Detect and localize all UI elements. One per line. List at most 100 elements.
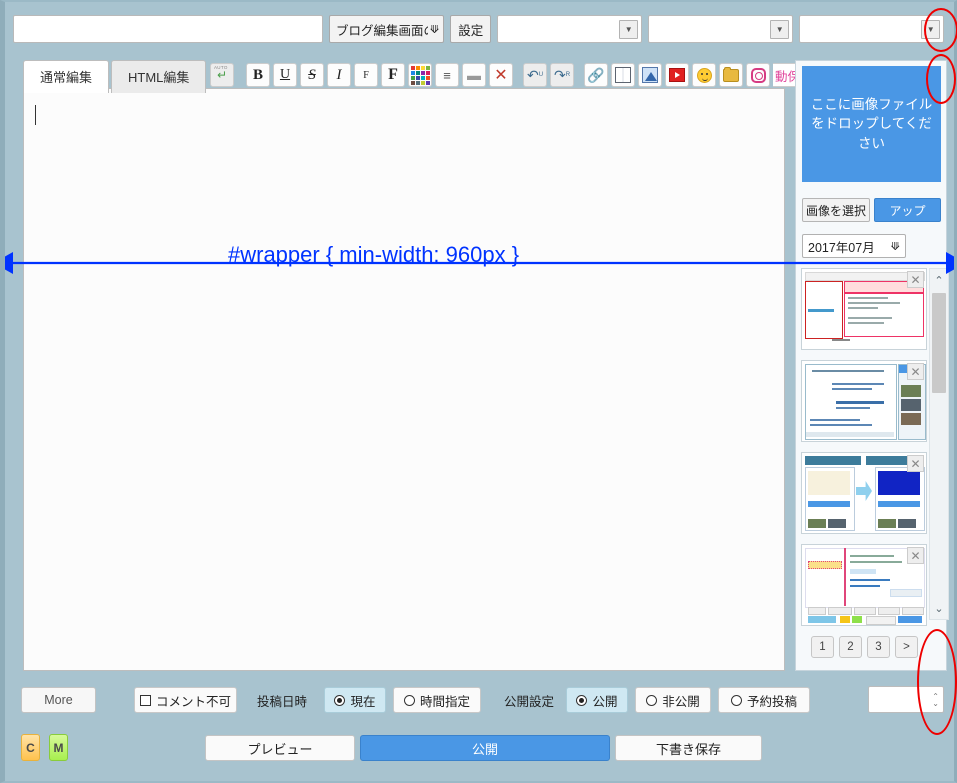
thumb-shape [808,607,826,615]
post-datetime-label: 投稿日時 [257,694,308,709]
publish-option-reserved[interactable]: 予約投稿 [718,687,810,713]
folder-icon[interactable] [719,63,743,87]
preview-button[interactable]: プレビュー [205,735,355,761]
font-size-large-icon[interactable]: F [381,63,405,87]
empty-select-2[interactable]: ▼ [648,15,794,43]
palette-swatch[interactable] [415,65,420,70]
palette-swatch[interactable] [415,75,420,80]
scroll-down-icon[interactable]: ⌄ [930,599,948,617]
align-icon[interactable]: ≡ [435,63,459,87]
palette-swatch[interactable] [415,70,420,75]
publish-option-public[interactable]: 公開 [566,687,628,713]
thumbnail-item[interactable]: ✕ [801,544,927,626]
select-image-button[interactable]: 画像を選択 [802,198,870,222]
thumbnail-item[interactable]: ✕ [801,452,927,534]
empty-select-3[interactable]: ▼ [799,15,945,43]
empty-select-1[interactable]: ▼ [497,15,643,43]
video-icon[interactable] [665,63,689,87]
underline-icon[interactable]: U [273,63,297,87]
publish-option-private[interactable]: 非公開 [635,687,711,713]
publish-option-private-label: 非公開 [662,694,700,709]
thumb-shape [902,607,924,615]
palette-swatch[interactable] [415,80,420,85]
save-draft-button[interactable]: 下書き保存 [615,735,762,761]
highlight-ellipse-right-edge [917,629,957,735]
thumb-shape [866,616,896,625]
redo-icon[interactable]: ↷ R [550,63,574,87]
emoji-icon[interactable] [692,63,716,87]
chevron-down-icon: ▼ [770,19,790,39]
palette-swatch[interactable] [420,70,425,75]
close-icon[interactable]: ✕ [907,271,924,288]
datetime-option-scheduled[interactable]: 時間指定 [393,687,481,713]
thumbnail-item[interactable]: ✕ [801,360,927,442]
thumb-shape [848,307,878,309]
palette-swatch[interactable] [425,65,430,70]
palette-swatch[interactable] [410,70,415,75]
tab-html-edit[interactable]: HTML編集 [111,60,207,93]
more-button[interactable]: More [21,687,96,713]
strikethrough-icon[interactable]: S [300,63,324,87]
close-icon[interactable]: ✕ [907,547,924,564]
palette-swatch[interactable] [425,80,430,85]
setting-button[interactable]: 設定 [450,15,492,43]
close-icon[interactable]: ✕ [907,363,924,380]
image-glyph [642,67,658,83]
close-icon[interactable]: ✕ [907,455,924,472]
palette-swatch[interactable] [410,80,415,85]
link-icon[interactable]: 🔗 [584,63,608,87]
comment-disable-label: コメント不可 [155,694,231,709]
video-glyph [669,68,685,82]
color-palette-icon[interactable] [408,63,432,87]
font-size-small-icon[interactable]: F [354,63,378,87]
thumbnail-item[interactable]: ✕ [801,268,927,350]
image-icon[interactable] [638,63,662,87]
entry-title-input[interactable] [13,15,323,43]
palette-swatch[interactable] [420,65,425,70]
page-button-1[interactable]: 1 [811,636,834,658]
datetime-option-now[interactable]: 現在 [324,687,386,713]
auto-return-icon[interactable]: AUTO ↵ [210,63,234,87]
palette-swatch[interactable] [425,75,430,80]
badge-m[interactable]: M [49,734,68,761]
comment-disable-checkbox[interactable]: コメント不可 [134,687,237,713]
horizontal-rule-icon[interactable]: ▬ [462,63,486,87]
palette-swatch[interactable] [420,80,425,85]
italic-icon[interactable]: I [327,63,351,87]
badge-c[interactable]: C [21,734,40,761]
thumbnail-pagination: 1 2 3 > [811,636,918,658]
thumb-shape [901,399,921,411]
palette-swatch[interactable] [410,75,415,80]
blog-screen-select[interactable]: ブログ編集画面の… ⟱ [329,15,445,43]
image-dropzone[interactable]: ここに画像ファイルをドロップしてください [802,66,941,182]
more-button-label: More [44,693,73,707]
tab-normal-edit[interactable]: 通常編集 [23,60,110,93]
bold-icon[interactable]: B [246,63,270,87]
page-button-3[interactable]: 3 [867,636,890,658]
instagram-icon[interactable] [746,63,770,87]
thumb-shape [901,385,921,397]
emoji-glyph [696,67,712,83]
palette-swatch[interactable] [410,65,415,70]
close-glyph: ✕ [910,272,921,287]
palette-swatch[interactable] [425,70,430,75]
month-select[interactable]: 2017年07月 ⟱ [802,234,906,258]
image-dropzone-label: ここに画像ファイルをドロップしてください [810,96,933,151]
publish-button[interactable]: 公開 [360,735,610,761]
publish-option-reserved-label: 予約投稿 [746,694,797,709]
page-button-2[interactable]: 2 [839,636,862,658]
return-arrow-glyph: ↵ [216,68,228,82]
thumbnail-scrollbar[interactable]: ⌃ ⌄ [929,268,949,620]
scrollbar-thumb[interactable] [932,293,946,393]
scroll-up-icon[interactable]: ⌃ [930,271,948,289]
page-next-button[interactable]: > [895,636,918,658]
palette-swatch[interactable] [420,75,425,80]
thumb-shape [878,607,900,615]
page-1-label: 1 [819,641,826,653]
undo-icon[interactable]: ↶ U [523,63,547,87]
clear-format-icon[interactable]: ✕ [489,63,513,87]
upload-button[interactable]: アップ [874,198,941,222]
thumb-shape [808,309,834,312]
editor-textarea[interactable] [23,88,785,671]
book-icon[interactable] [611,63,635,87]
